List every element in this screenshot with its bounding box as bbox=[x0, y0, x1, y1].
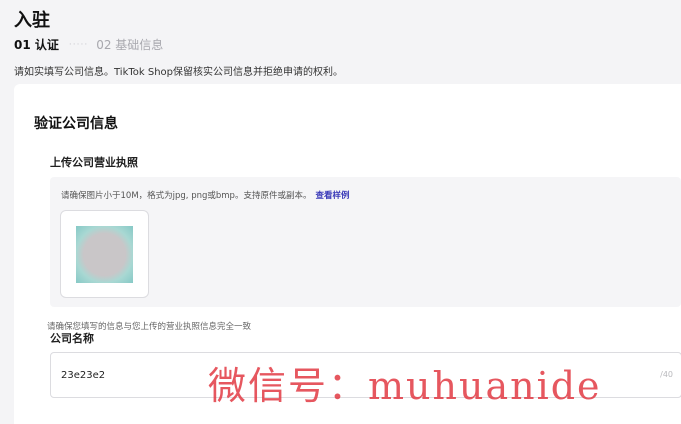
company-name-field[interactable]: /40 bbox=[50, 352, 681, 398]
step-connector: ····· bbox=[68, 39, 89, 50]
license-upload-panel: 请确保图片小于10M，格式为jpg, png或bmp。支持原件或副本。 查看样例 bbox=[50, 177, 681, 307]
license-image bbox=[76, 226, 133, 283]
company-name-label: 公司名称 bbox=[50, 332, 94, 345]
license-hint: 请确保图片小于10M，格式为jpg, png或bmp。支持原件或副本。 查看样例 bbox=[61, 189, 349, 201]
license-hint-text: 请确保图片小于10M，格式为jpg, png或bmp。支持原件或副本。 bbox=[61, 191, 312, 201]
company-name-input[interactable] bbox=[61, 353, 621, 397]
step-2[interactable]: 02 基础信息 bbox=[96, 36, 163, 53]
view-sample-link[interactable]: 查看样例 bbox=[315, 191, 349, 201]
char-counter: /40 bbox=[660, 370, 673, 379]
page-title: 入驻 bbox=[14, 10, 50, 31]
company-name-hint: 请确保您填写的信息与您上传的营业执照信息完全一致 bbox=[47, 322, 252, 332]
step-1[interactable]: 01 认证 bbox=[14, 36, 59, 53]
stepper: 01 认证 ····· 02 基础信息 bbox=[14, 36, 163, 53]
license-thumbnail[interactable] bbox=[60, 210, 149, 298]
license-label: 上传公司营业执照 bbox=[50, 156, 138, 169]
verification-card: 验证公司信息 上传公司营业执照 请确保图片小于10M，格式为jpg, png或b… bbox=[14, 84, 681, 424]
section-title: 验证公司信息 bbox=[34, 116, 118, 132]
notice-text: 请如实填写公司信息。TikTok Shop保留核实公司信息并拒绝申请的权利。 bbox=[14, 67, 344, 78]
